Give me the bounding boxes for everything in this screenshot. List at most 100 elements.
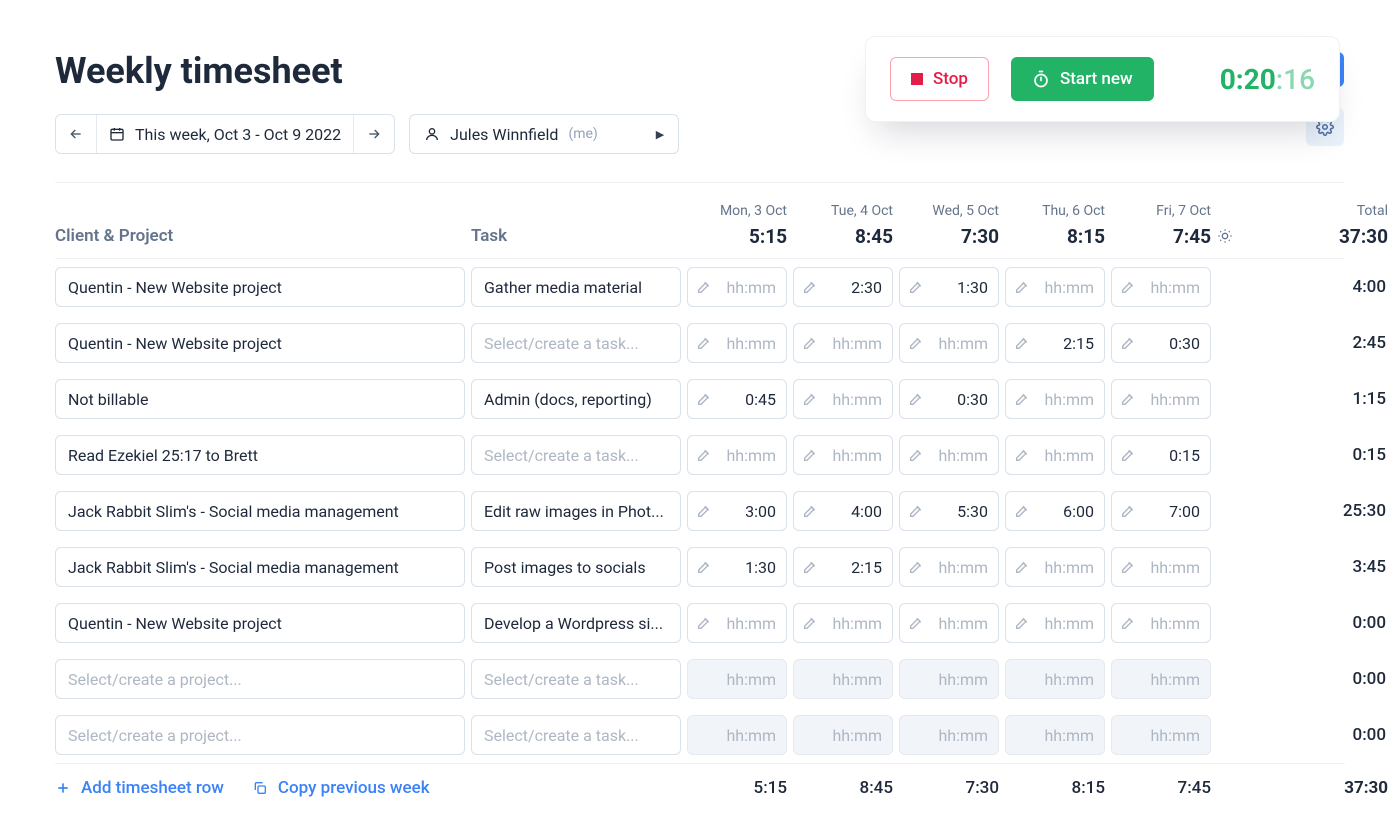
time-cell[interactable]: 6:00	[1005, 491, 1105, 531]
date-range-picker: This week, Oct 3 - Oct 9 2022	[55, 114, 395, 154]
copy-previous-week-button[interactable]: Copy previous week	[252, 778, 430, 798]
time-cell[interactable]: 1:30	[899, 267, 999, 307]
time-cell: hh:mm	[1005, 715, 1105, 755]
time-cell[interactable]: hh:mm	[1005, 379, 1105, 419]
time-cell[interactable]: 0:30	[899, 379, 999, 419]
start-timer-button[interactable]: Start new	[1011, 57, 1154, 101]
time-cell[interactable]: 5:30	[899, 491, 999, 531]
edit-icon	[802, 391, 818, 407]
time-cell[interactable]: hh:mm	[899, 323, 999, 363]
time-cell: hh:mm	[1111, 659, 1211, 699]
task-input[interactable]: Select/create a task...	[471, 715, 681, 755]
user-icon	[424, 126, 440, 142]
time-cell[interactable]: hh:mm	[1111, 267, 1211, 307]
time-cell[interactable]: hh:mm	[1111, 547, 1211, 587]
time-cell[interactable]: 4:00	[793, 491, 893, 531]
project-input[interactable]: Read Ezekiel 25:17 to Brett	[55, 435, 465, 475]
time-cell[interactable]: hh:mm	[1111, 603, 1211, 643]
time-cell[interactable]: hh:mm	[1111, 379, 1211, 419]
edit-icon	[802, 335, 818, 351]
day-header: Fri, 7 Oct7:45	[1111, 203, 1211, 248]
project-input[interactable]: Quentin - New Website project	[55, 323, 465, 363]
time-cell[interactable]: 3:00	[687, 491, 787, 531]
time-cell[interactable]: hh:mm	[793, 379, 893, 419]
time-cell[interactable]: 0:30	[1111, 323, 1211, 363]
time-cell[interactable]: hh:mm	[793, 435, 893, 475]
task-input[interactable]: Edit raw images in Phot...	[471, 491, 681, 531]
time-cell[interactable]: 0:15	[1111, 435, 1211, 475]
time-cell: hh:mm	[1005, 659, 1105, 699]
edit-icon	[1120, 503, 1136, 519]
task-input[interactable]: Select/create a task...	[471, 323, 681, 363]
project-input[interactable]: Select/create a project...	[55, 715, 465, 755]
task-input[interactable]: Admin (docs, reporting)	[471, 379, 681, 419]
timesheet-row: Quentin - New Website projectDevelop a W…	[55, 595, 1345, 651]
row-total: 4:00	[1253, 277, 1388, 297]
time-cell[interactable]: hh:mm	[899, 603, 999, 643]
day-header: Thu, 6 Oct8:15	[1005, 203, 1105, 248]
edit-icon	[1014, 391, 1030, 407]
edit-icon	[908, 391, 924, 407]
time-cell[interactable]: hh:mm	[793, 323, 893, 363]
task-input[interactable]: Select/create a task...	[471, 435, 681, 475]
time-cell[interactable]: hh:mm	[1005, 603, 1105, 643]
add-row-button[interactable]: Add timesheet row	[55, 778, 224, 798]
time-cell[interactable]: 7:00	[1111, 491, 1211, 531]
timer-widget: Stop Start new 0:20:16	[865, 36, 1340, 122]
time-cell[interactable]: hh:mm	[1005, 267, 1105, 307]
project-input[interactable]: Quentin - New Website project	[55, 267, 465, 307]
user-name: Jules Winnfield	[450, 125, 558, 144]
time-cell[interactable]: hh:mm	[899, 435, 999, 475]
time-cell: hh:mm	[687, 659, 787, 699]
time-cell[interactable]: hh:mm	[1005, 547, 1105, 587]
next-week-button[interactable]	[353, 115, 394, 153]
arrow-left-icon	[68, 126, 84, 142]
row-total: 3:45	[1253, 557, 1388, 577]
time-cell[interactable]: 1:30	[687, 547, 787, 587]
time-cell[interactable]: hh:mm	[899, 547, 999, 587]
footer-day-total: 5:15	[687, 778, 787, 798]
date-range-display[interactable]: This week, Oct 3 - Oct 9 2022	[96, 115, 353, 153]
time-cell[interactable]: hh:mm	[687, 267, 787, 307]
time-cell[interactable]: 2:15	[793, 547, 893, 587]
timesheet-row: Jack Rabbit Slim's - Social media manage…	[55, 539, 1345, 595]
project-input[interactable]: Select/create a project...	[55, 659, 465, 699]
time-cell: hh:mm	[793, 715, 893, 755]
time-cell[interactable]: 2:30	[793, 267, 893, 307]
edit-icon	[1014, 447, 1030, 463]
stop-timer-button[interactable]: Stop	[890, 57, 989, 101]
edit-icon	[696, 335, 712, 351]
edit-icon	[908, 615, 924, 631]
task-input[interactable]: Select/create a task...	[471, 659, 681, 699]
edit-icon	[908, 279, 924, 295]
time-cell[interactable]: hh:mm	[793, 603, 893, 643]
time-cell[interactable]: hh:mm	[687, 435, 787, 475]
time-cell[interactable]: hh:mm	[687, 603, 787, 643]
task-input[interactable]: Post images to socials	[471, 547, 681, 587]
project-input[interactable]: Jack Rabbit Slim's - Social media manage…	[55, 547, 465, 587]
day-header: Wed, 5 Oct7:30	[899, 203, 999, 248]
start-timer-label: Start new	[1060, 69, 1133, 89]
time-cell[interactable]: 2:15	[1005, 323, 1105, 363]
project-input[interactable]: Jack Rabbit Slim's - Social media manage…	[55, 491, 465, 531]
stop-icon	[911, 73, 923, 85]
time-cell: hh:mm	[899, 715, 999, 755]
project-input[interactable]: Quentin - New Website project	[55, 603, 465, 643]
time-cell[interactable]: hh:mm	[687, 323, 787, 363]
edit-icon	[1014, 279, 1030, 295]
edit-icon	[696, 615, 712, 631]
timesheet-row: Select/create a project...Select/create …	[55, 707, 1345, 763]
edit-icon	[1120, 447, 1136, 463]
prev-week-button[interactable]	[56, 115, 96, 153]
time-cell[interactable]: hh:mm	[1005, 435, 1105, 475]
timesheet-row: Not billableAdmin (docs, reporting)0:45h…	[55, 371, 1345, 427]
edit-icon	[908, 503, 924, 519]
time-cell[interactable]: 0:45	[687, 379, 787, 419]
user-selector[interactable]: Jules Winnfield (me) ▶	[409, 114, 679, 154]
task-input[interactable]: Gather media material	[471, 267, 681, 307]
edit-icon	[1120, 391, 1136, 407]
task-input[interactable]: Develop a Wordpress si...	[471, 603, 681, 643]
row-total: 25:30	[1253, 501, 1388, 521]
timesheet-header: Client & Project Task Mon, 3 Oct5:15 Tue…	[55, 197, 1345, 258]
project-input[interactable]: Not billable	[55, 379, 465, 419]
